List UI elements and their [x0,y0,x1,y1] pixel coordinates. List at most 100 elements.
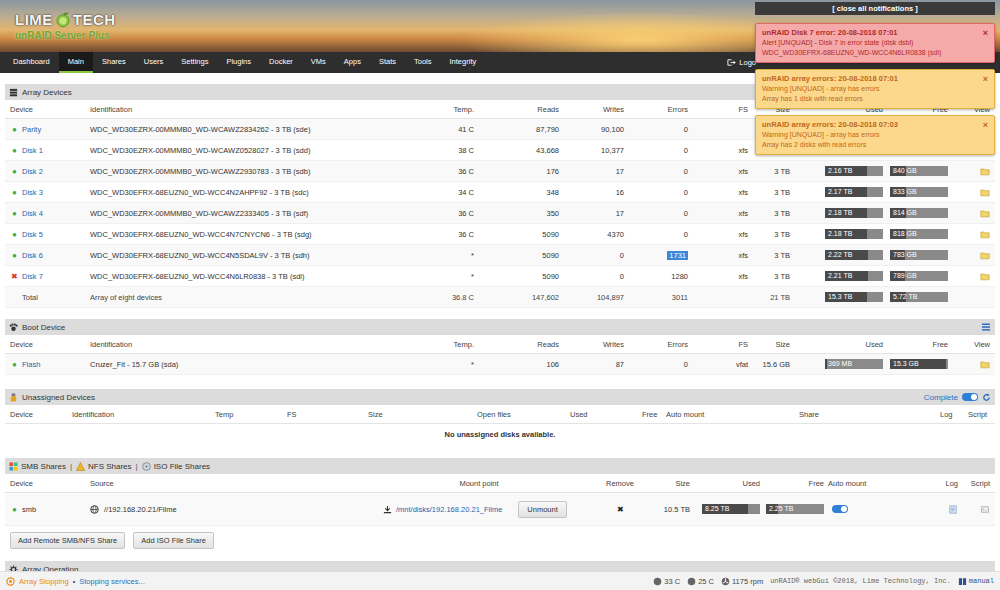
nav-tab[interactable]: Dashboard [4,52,59,73]
table-row[interactable]: ●Disk 4WDC_WD30EZRX-00MMMB0_WD-WCAWZ2333… [5,203,995,224]
nav-tab[interactable]: Users [135,52,173,73]
auto-mount-toggle[interactable] [832,505,848,513]
view-folder-icon[interactable] [980,209,990,218]
view-folder-icon[interactable] [980,230,990,239]
errors-count: 0 [684,230,688,239]
device-link[interactable]: Flash [22,360,40,369]
nav-tab[interactable]: Integrity [441,52,486,73]
nav-tab[interactable]: Shares [93,52,135,73]
tab-separator: | [70,462,72,471]
list-icon[interactable] [981,322,991,332]
free-bar: 15.3 GB [890,359,948,369]
unmount-button[interactable]: Unmount [518,501,566,518]
panel-title: Boot Device [5,319,995,335]
notification-line: Alert [UNQUAD] - Disk 7 in error state (… [762,38,988,48]
column-header: Free [640,410,664,419]
temperature-icon [653,577,662,586]
used-bar: 2.18 TB [825,208,883,218]
close-all-button[interactable]: [ close all notifications ] [755,2,995,15]
errors-count: 1731 [667,251,688,260]
column-header: Writes [561,340,626,349]
device-link[interactable]: Disk 1 [22,146,43,155]
view-folder-icon[interactable] [980,167,990,176]
manual-link[interactable]: manual [958,577,994,586]
toggle-switch[interactable] [962,393,978,401]
nav-tab[interactable]: Tools [405,52,441,73]
device-link[interactable]: Parity [22,125,41,134]
table-header: DeviceSourceMount pointRemoveSizeUsedFre… [5,474,995,493]
notification-line: Array has 2 disks with read errors [762,140,988,150]
copyright: unRAID® webGui ©2018, Lime Technology, I… [770,577,951,585]
free-bar: 789 GB [890,271,948,281]
table-row[interactable]: ✖Disk 7WDC_WD30EFRX-68EUZN0_WD-WCC4N6LR0… [5,266,995,287]
device-link[interactable]: Disk 2 [22,167,43,176]
table-header: DeviceIdentificationTemp.ReadsWritesErro… [5,335,995,354]
device-link[interactable]: Disk 3 [22,188,43,197]
boot-device-panel: Boot DeviceDeviceIdentificationTemp.Read… [5,319,995,375]
nav-tab[interactable]: Docker [260,52,302,73]
refresh-icon[interactable] [982,393,991,402]
logout-link[interactable]: Logo [727,52,756,73]
complete-toggle[interactable]: Complete [924,393,991,402]
remove-button[interactable]: ✖ [617,505,624,514]
status-separator: • [73,577,76,586]
sensor-reading: 33 C [653,577,680,586]
add-share-button[interactable]: Add Remote SMB/NFS Share [10,532,125,549]
device-link[interactable]: Disk 4 [22,209,43,218]
column-header: Open files [475,410,568,419]
view-folder-icon[interactable] [980,188,990,197]
status-message: Stopping services... [79,577,144,586]
notification-title: unRAID array errors: 20-08-2018 07:01 [762,74,898,84]
share-tab[interactable]: SMB Shares [9,462,66,471]
sensor-reading: 25 C [687,577,714,586]
add-share-button[interactable]: Add ISO File Share [133,532,214,549]
device-link[interactable]: Disk 6 [22,251,43,260]
table-row[interactable]: ●Disk 6WDC_WD30EFRX-68EUZN0_WD-WCC4N5SDA… [5,245,995,266]
boot-icon [9,323,18,332]
sensor-reading: 1175 rpm [721,577,763,586]
nav-tab[interactable]: Apps [335,52,370,73]
table-row[interactable]: ●smb//192.168.20.21/Filme/mnt/disks/192.… [5,493,995,526]
device-link[interactable]: Disk 7 [22,272,43,281]
device-link[interactable]: Disk 5 [22,230,43,239]
view-folder-icon[interactable] [980,272,990,281]
mount-point-link[interactable]: /mnt/disks/192.168.20.21_Filme [396,505,502,514]
notification[interactable]: unRAID array errors: 20-08-2018 07:01 ×Wa… [755,69,995,109]
logo-word: LIME [15,11,53,28]
column-header: Device [8,105,88,114]
column-header: FS [285,410,366,419]
column-header: Identification [70,410,213,419]
notification-close-button[interactable]: × [983,120,988,130]
table-row[interactable]: ●Disk 3WDC_WD30EFRX-68EUZN0_WD-WCC4N2AHP… [5,182,995,203]
log-icon[interactable] [948,505,958,514]
table-row[interactable]: ●FlashCruzer_Fit - 15.7 GB (sda)*106870v… [5,354,995,375]
column-header: View [950,340,992,349]
notification[interactable]: unRAID Disk 7 error: 20-08-2018 07:01×Al… [755,23,995,63]
column-header: Errors [626,340,690,349]
notification[interactable]: unRAID array errors: 20-08-2018 07:03×Wa… [755,115,995,155]
view-folder-icon[interactable] [980,360,990,369]
column-header: Writes [561,105,626,114]
nav-tab[interactable]: Plugins [217,52,260,73]
nav-tab[interactable]: VMs [302,52,335,73]
share-tab[interactable]: NFS Shares [76,462,132,471]
nfs-icon [76,462,85,471]
table-row[interactable]: ●Disk 5WDC_WD30EFRX-68EUZN0_WD-WCC4N7CNY… [5,224,995,245]
notification-close-button[interactable]: × [983,28,988,38]
logo[interactable]: LIMETECHunRAID Server Plus [15,11,116,41]
table-row[interactable]: ●Disk 2WDC_WD30EZRX-00MMMB0_WD-WCAWZ2930… [5,161,995,182]
share-tab[interactable]: ISO File Shares [142,462,210,471]
script-icon[interactable] [980,505,990,514]
status-icon: ● [10,146,19,155]
errors-count: 0 [684,146,688,155]
nav-tab[interactable]: Main [59,52,93,73]
notification-line: Warning [UNQUAD] - array has errors [762,84,988,94]
status-icon: ● [10,209,19,218]
nav-tab[interactable]: Settings [172,52,217,73]
view-folder-icon[interactable] [980,251,990,260]
smb-icon [9,462,18,471]
unraid-page: LIMETECHunRAID Server PlusDashboardMainS… [0,0,1000,590]
nav-tab[interactable]: Stats [370,52,405,73]
notification-close-button[interactable]: × [983,74,988,84]
column-header: Errors [626,105,690,114]
